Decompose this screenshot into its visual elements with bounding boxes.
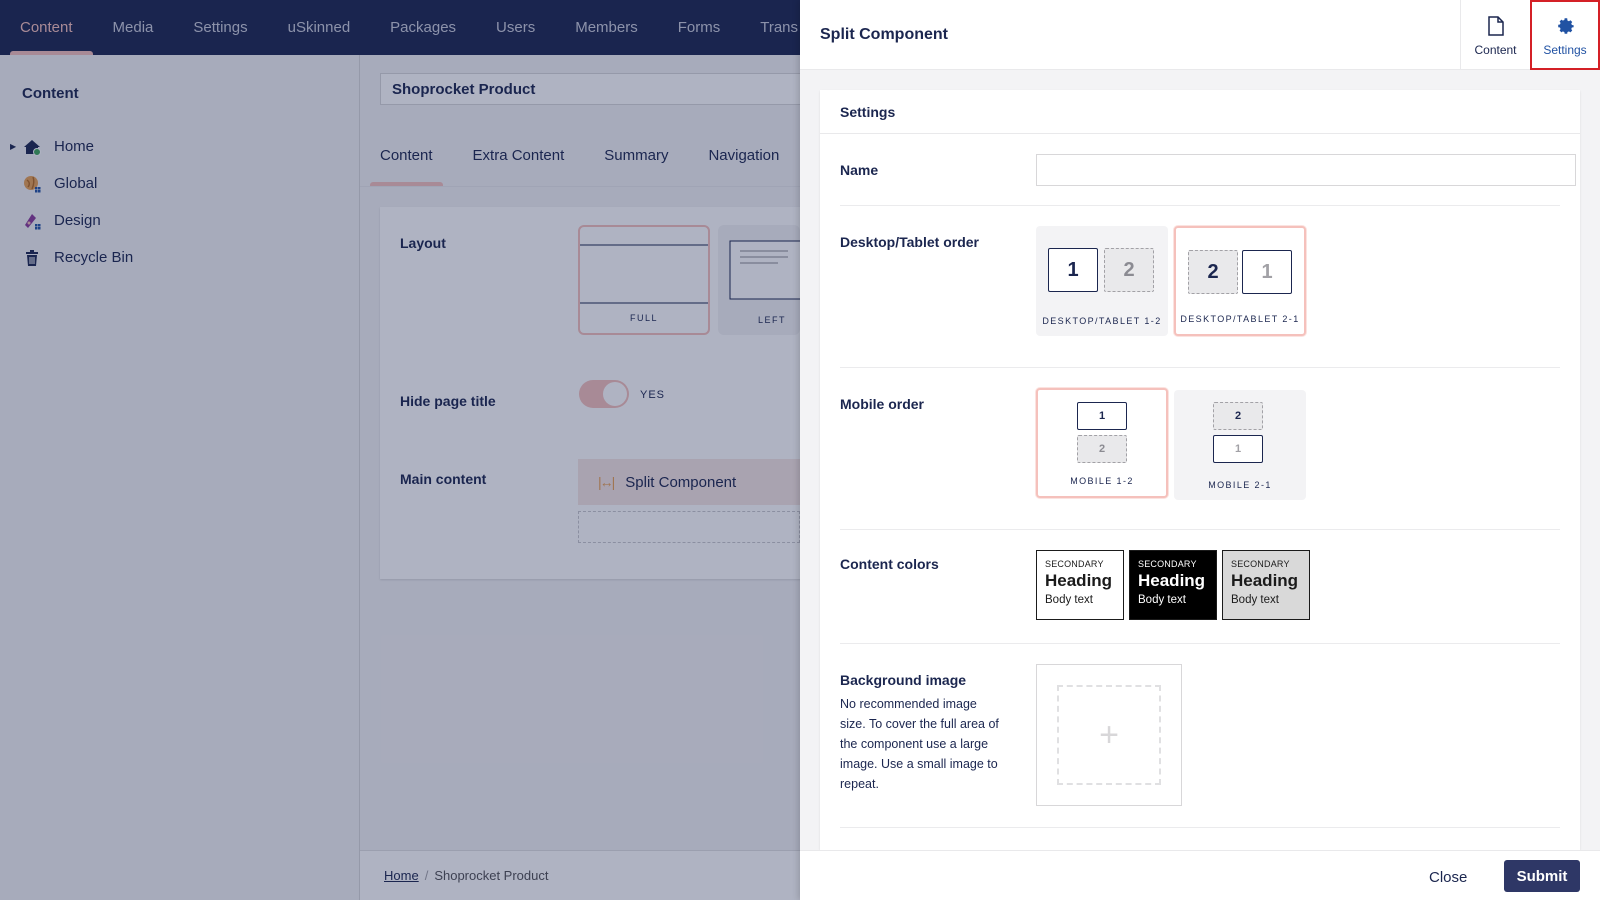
color-swatch-light[interactable]: SECONDARY Heading Body text bbox=[1036, 550, 1124, 620]
column-two-cell: 2 bbox=[1188, 250, 1238, 294]
document-icon bbox=[1487, 13, 1504, 39]
close-button[interactable]: Close bbox=[1417, 862, 1479, 892]
settings-section-title: Settings bbox=[820, 90, 1580, 134]
swatch-body-text: Body text bbox=[1138, 594, 1186, 606]
mobile-order-option-1-2[interactable]: 1 2 MOBILE 1-2 bbox=[1036, 388, 1168, 498]
content-colors-label: Content colors bbox=[840, 556, 939, 572]
app-content-button[interactable]: Content bbox=[1460, 0, 1530, 70]
name-input[interactable] bbox=[1036, 154, 1576, 186]
swatch-secondary-text: SECONDARY bbox=[1045, 559, 1104, 569]
row-two-cell: 2 bbox=[1077, 435, 1127, 463]
swatch-heading-text: Heading bbox=[1138, 571, 1206, 590]
swatch-heading-text: Heading bbox=[1045, 571, 1113, 590]
add-image-button[interactable]: + bbox=[1057, 685, 1161, 785]
mobile-order-option-label: MOBILE 1-2 bbox=[1070, 476, 1134, 486]
mobile-order-option-label: MOBILE 2-1 bbox=[1208, 480, 1272, 490]
swatch-heading-text: Heading bbox=[1231, 571, 1299, 590]
editor-apps: Content Settings bbox=[1460, 0, 1600, 70]
app-content-label: Content bbox=[1474, 43, 1517, 57]
swatch-body-text: Body text bbox=[1231, 594, 1279, 606]
background-image-description: No recommended image size. To cover the … bbox=[840, 697, 999, 791]
mobile-order-option-2-1[interactable]: 2 1 MOBILE 2-1 bbox=[1174, 390, 1306, 500]
desktop-order-row: Desktop/Tablet order 1 2 DESKTOP/TABLET … bbox=[840, 206, 1560, 368]
swatch-secondary-text: SECONDARY bbox=[1231, 559, 1290, 569]
editor-header: Split Component Content Settings bbox=[800, 0, 1600, 70]
block-settings-editor: Split Component Content Settings Setting… bbox=[800, 0, 1600, 900]
column-one-cell: 1 bbox=[1242, 250, 1292, 294]
background-image-label: Background image bbox=[840, 672, 967, 688]
color-swatch-grey[interactable]: SECONDARY Heading Body text bbox=[1222, 550, 1310, 620]
swatch-secondary-text: SECONDARY bbox=[1138, 559, 1197, 569]
desktop-order-option-1-2[interactable]: 1 2 DESKTOP/TABLET 1-2 bbox=[1036, 226, 1168, 336]
app-settings-label: Settings bbox=[1543, 43, 1587, 57]
mobile-order-label: Mobile order bbox=[840, 396, 925, 412]
swatch-body-text: Body text bbox=[1045, 594, 1093, 606]
plus-icon: + bbox=[1099, 715, 1119, 754]
background-image-row: Background image No recommended image si… bbox=[840, 644, 1560, 828]
editor-footer: Close Submit bbox=[800, 850, 1600, 900]
editor-title: Split Component bbox=[820, 26, 948, 43]
row-one-cell: 1 bbox=[1213, 435, 1263, 463]
desktop-order-option-label: DESKTOP/TABLET 2-1 bbox=[1180, 314, 1300, 324]
app-settings-button[interactable]: Settings bbox=[1530, 0, 1600, 70]
submit-button[interactable]: Submit bbox=[1504, 860, 1580, 892]
color-swatch-dark[interactable]: SECONDARY Heading Body text bbox=[1129, 550, 1217, 620]
name-label: Name bbox=[840, 162, 879, 178]
row-two-cell: 2 bbox=[1213, 402, 1263, 430]
background-image-picker[interactable]: + bbox=[1036, 664, 1182, 806]
mobile-order-row: Mobile order 1 2 MOBILE 1-2 2 1 MOBILE 2… bbox=[840, 368, 1560, 530]
settings-card: Settings Name Desktop/Tablet order 1 2 D… bbox=[820, 90, 1580, 850]
content-colors-row: Content colors SECONDARY Heading Body te… bbox=[840, 530, 1560, 644]
name-row: Name bbox=[840, 134, 1576, 206]
gear-icon bbox=[1554, 13, 1576, 39]
column-two-cell: 2 bbox=[1104, 248, 1154, 292]
desktop-order-label: Desktop/Tablet order bbox=[840, 234, 979, 250]
column-one-cell: 1 bbox=[1048, 248, 1098, 292]
row-one-cell: 1 bbox=[1077, 402, 1127, 430]
modal-backdrop[interactable] bbox=[0, 0, 800, 900]
desktop-order-option-label: DESKTOP/TABLET 1-2 bbox=[1042, 316, 1162, 326]
desktop-order-option-2-1[interactable]: 2 1 DESKTOP/TABLET 2-1 bbox=[1174, 226, 1306, 336]
